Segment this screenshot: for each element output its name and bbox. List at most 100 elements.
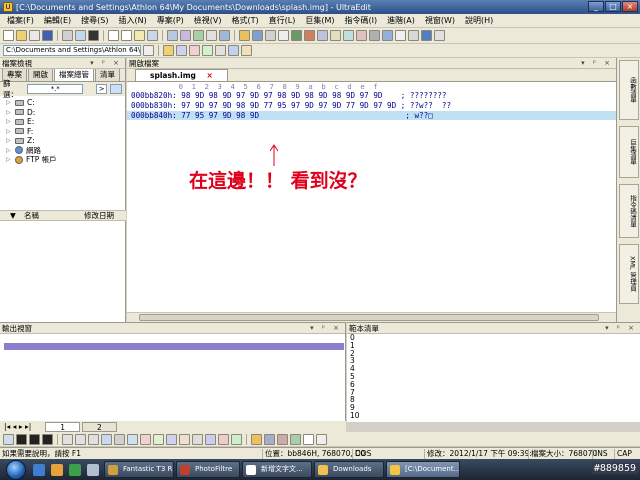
task-fantastic[interactable]: Fantastic T3 R...	[104, 461, 174, 478]
align-right-icon[interactable]	[88, 433, 99, 445]
close-file-icon[interactable]	[29, 30, 40, 41]
browser-icon[interactable]	[252, 30, 263, 41]
task-ultraedit[interactable]: [C:\Document...	[386, 461, 460, 478]
info-icon[interactable]	[434, 30, 445, 41]
list-item[interactable]: 4	[350, 365, 640, 373]
italic-icon[interactable]	[29, 433, 40, 445]
tab-list[interactable]: 清單	[95, 67, 120, 81]
compare-icon[interactable]	[265, 30, 276, 41]
task-photofiltre[interactable]: PhotoFiltre	[176, 461, 240, 478]
refresh-icon[interactable]	[110, 84, 122, 94]
html-icon[interactable]	[189, 45, 200, 56]
tab-nav-icon[interactable]: |◂ ◂ ▸ ▸|	[4, 422, 31, 431]
sort-arrow-icon[interactable]: ▼	[10, 211, 16, 221]
menu-view[interactable]: 檢視(V)	[189, 15, 227, 26]
tab-explorer[interactable]: 檔案總管	[54, 67, 94, 81]
list-item[interactable]: 7	[350, 388, 640, 397]
list-item[interactable]: 9	[350, 404, 640, 412]
hex-mode-icon[interactable]	[193, 30, 204, 41]
color-icon[interactable]	[218, 433, 229, 445]
expand-icon[interactable]: ▷	[6, 137, 12, 144]
menu-window[interactable]: 視窗(W)	[420, 15, 460, 26]
panel-controls[interactable]: ▾ ᵖ ×	[605, 323, 637, 334]
desktop-icon[interactable]	[87, 463, 99, 476]
list-item[interactable]: 10	[350, 412, 640, 420]
list-item[interactable]: 0	[350, 334, 640, 342]
maximize-button[interactable]: □	[605, 1, 621, 12]
panel-controls[interactable]: ▾ ᵖ ×	[581, 58, 613, 69]
underline-icon[interactable]	[42, 433, 53, 445]
tree-node-e[interactable]: ▷ E:	[6, 117, 125, 127]
menu-edit[interactable]: 編輯(E)	[39, 15, 76, 26]
folder-icon[interactable]	[163, 45, 174, 56]
cascade-icon[interactable]	[408, 30, 419, 41]
text-mode-icon[interactable]	[3, 433, 14, 445]
column-mode-icon[interactable]	[219, 30, 230, 41]
link-icon[interactable]	[140, 433, 151, 445]
tile-icon[interactable]	[395, 30, 406, 41]
start-button[interactable]	[6, 459, 26, 480]
print-preview-icon[interactable]	[75, 30, 86, 41]
tab-output-1[interactable]: 1	[45, 421, 81, 432]
copy-icon[interactable]	[121, 30, 132, 41]
minimize-button[interactable]: _	[588, 1, 604, 12]
tag-icon[interactable]	[215, 45, 226, 56]
list-item[interactable]: 2	[350, 349, 640, 358]
expand-icon[interactable]: ▷	[6, 99, 12, 106]
menu-advanced[interactable]: 進階(A)	[382, 15, 420, 26]
tab-macro-list[interactable]: 巨集清單	[618, 126, 639, 178]
tab-output-2[interactable]: 2	[82, 421, 117, 432]
tab-open[interactable]: 開啟	[28, 67, 53, 81]
tree-node-f[interactable]: ▷ F:	[6, 127, 125, 137]
image-insert-icon[interactable]	[153, 433, 164, 445]
frame-icon[interactable]	[205, 433, 216, 445]
expand-icon[interactable]: ▷	[6, 118, 12, 125]
tree-node-network[interactable]: ▷ 網路	[6, 146, 125, 156]
menu-help[interactable]: 說明(H)	[460, 15, 498, 26]
form-icon[interactable]	[166, 433, 177, 445]
project-icon[interactable]	[317, 30, 328, 41]
palette-icon[interactable]	[251, 433, 262, 445]
uncomment-icon[interactable]	[316, 433, 327, 445]
replace-icon[interactable]	[180, 30, 191, 41]
list-item[interactable]: 5	[350, 373, 640, 381]
menu-insert[interactable]: 插入(N)	[113, 15, 151, 26]
cut-icon[interactable]	[108, 30, 119, 41]
menu-scripting[interactable]: 指令碼(I)	[340, 15, 383, 26]
hex-row-current[interactable]: 000bb840h: 77 95 97 9D 98 9D ; w??□	[127, 110, 616, 121]
image-icon[interactable]	[241, 45, 252, 56]
font-icon[interactable]	[88, 30, 99, 41]
tab-xml-manager[interactable]: XML 管理員	[618, 244, 639, 304]
list-item[interactable]: 6	[350, 380, 640, 389]
expand-icon[interactable]: ▷	[6, 156, 12, 163]
expand-icon[interactable]: ▷	[6, 128, 12, 135]
hex-row[interactable]: 000bb820h: 98 9D 98 9D 97 9D 97 98 9D 98…	[127, 91, 616, 101]
find-icon[interactable]	[167, 30, 178, 41]
panel-controls[interactable]: ▾ ᵖ ×	[90, 58, 122, 69]
menu-project[interactable]: 專案(P)	[152, 15, 189, 26]
expand-icon[interactable]: ▷	[6, 109, 12, 116]
tools-icon[interactable]	[356, 30, 367, 41]
filter-input[interactable]: *.*	[27, 84, 83, 94]
task-notepad[interactable]: 新增文字文...	[242, 461, 312, 478]
macro-play-icon[interactable]	[304, 30, 315, 41]
tree-node-ftp[interactable]: ▷ FTP 帳戶	[6, 155, 125, 165]
xml-icon[interactable]	[202, 45, 213, 56]
ftp-icon[interactable]	[239, 30, 250, 41]
help-icon[interactable]	[421, 30, 432, 41]
wordfile-icon[interactable]	[176, 45, 187, 56]
media-icon[interactable]	[69, 463, 81, 476]
task-downloads[interactable]: Downloads	[314, 461, 384, 478]
menu-file[interactable]: 檔案(F)	[2, 15, 39, 26]
macro-record-icon[interactable]	[291, 30, 302, 41]
tab-function-list[interactable]: 函數清單	[618, 60, 639, 120]
filter-go-button[interactable]: >	[95, 84, 108, 94]
window-icon[interactable]	[382, 30, 393, 41]
select-all-icon[interactable]	[147, 30, 158, 41]
path-dropdown[interactable]: C:\Documents and Settings\Athlon 64\	[3, 45, 141, 56]
print-icon[interactable]	[62, 30, 73, 41]
style-icon[interactable]	[231, 433, 242, 445]
align-left-icon[interactable]	[62, 433, 73, 445]
menu-search[interactable]: 搜尋(S)	[76, 15, 113, 26]
anchor-icon[interactable]	[179, 433, 190, 445]
